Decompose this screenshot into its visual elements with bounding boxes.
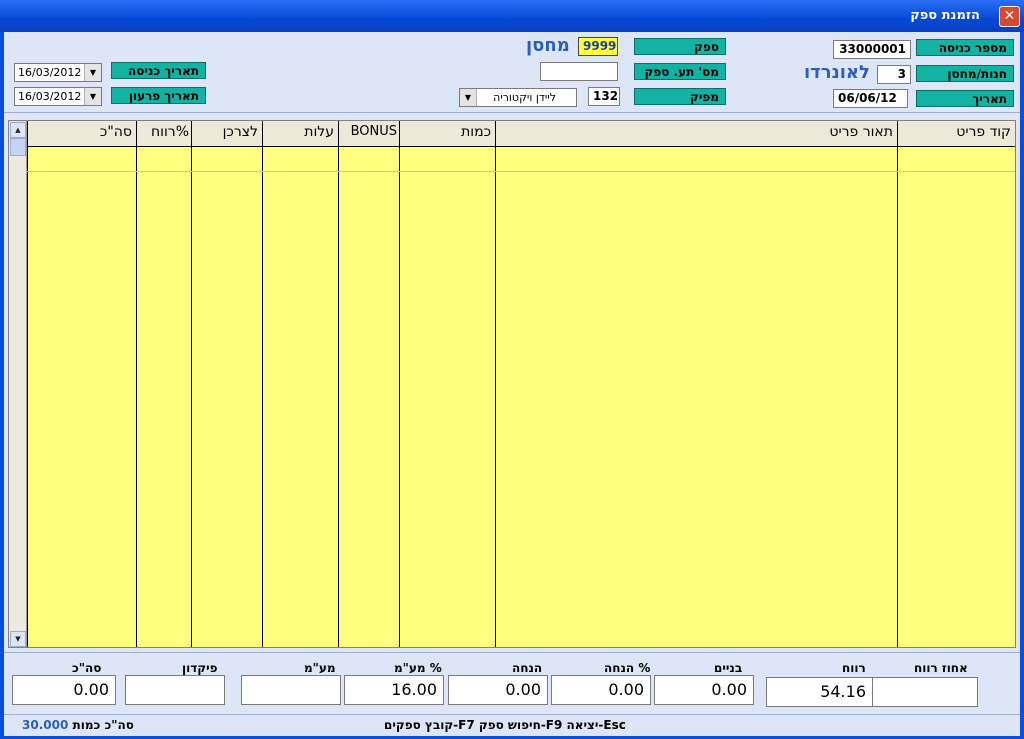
vat-label: מע"מ [304, 661, 336, 675]
header-bonus[interactable]: BONUS [351, 124, 397, 139]
items-grid[interactable]: ▲ ▼ קוד פריט תאור פריט כמות BONUS עלות ל… [8, 120, 1016, 648]
close-button[interactable]: ✕ [999, 6, 1020, 27]
total-quantity-value: 30.000 [22, 718, 69, 732]
vat-field[interactable] [241, 675, 341, 705]
distributor-select-value: ליידן ויקטוריה [493, 91, 556, 104]
vertical-scrollbar[interactable]: ▲ ▼ [9, 121, 27, 647]
column-item-code[interactable]: קוד פריט [897, 121, 1015, 647]
payment-date-select[interactable]: 16/03/2012 ▼ [14, 87, 102, 106]
store-field[interactable]: 3 [877, 65, 911, 84]
totals-panel: אחוז רווח רווח 54.16 בניים 0.00 % הנחה 0… [4, 652, 1020, 713]
deposit-field[interactable] [125, 675, 225, 705]
header-quantity[interactable]: כמות [461, 124, 491, 140]
app-window: הזמנת ספק ✕ מספר כניסה 33000001 חנות/מחס… [0, 0, 1024, 739]
vat-pct-field[interactable]: 16.00 [344, 675, 444, 705]
store-label: חנות/מחסן [916, 65, 1014, 82]
client-area: מספר כניסה 33000001 חנות/מחסן 3 לאונרדו … [4, 32, 1020, 736]
profit-field[interactable]: 54.16 [766, 677, 873, 707]
keyboard-hint: Esc-יציאה F9-חיפוש ספק F7-קובץ ספקים [384, 718, 626, 732]
discount-label: הנחה [512, 661, 543, 675]
date-field[interactable]: 06/06/12 [833, 89, 908, 108]
profit-label: רווח [842, 661, 866, 675]
column-item-desc[interactable]: תאור פריט [495, 121, 897, 647]
entry-date-label: תאריך כניסה [111, 62, 206, 79]
entry-number-field[interactable]: 33000001 [833, 40, 911, 59]
column-profit-pct[interactable]: %רווח [136, 121, 191, 647]
column-quantity[interactable]: כמות [399, 121, 495, 647]
deposit-label: פיקדון [182, 661, 218, 675]
vat-pct-label: % מע"מ [394, 661, 442, 675]
date-label: תאריך [916, 90, 1014, 107]
supplier-cert-field[interactable] [540, 62, 618, 81]
header-profit-pct[interactable]: %רווח [151, 124, 189, 140]
distributor-label: מפיק [634, 88, 726, 105]
warehouse-title: מחסן [526, 35, 570, 56]
total-quantity-label: סה"כ כמות [72, 718, 134, 732]
column-bonus[interactable]: BONUS [338, 121, 399, 647]
column-consumer-price[interactable]: לצרכן [191, 121, 262, 647]
supplier-field[interactable]: 9999 [578, 37, 618, 56]
total-field[interactable]: 0.00 [12, 675, 116, 705]
supplier-cert-label: מס' תע. ספק [634, 63, 726, 80]
header-item-desc[interactable]: תאור פריט [829, 124, 893, 140]
distributor-code-field[interactable]: 132 [588, 87, 620, 106]
discount-field[interactable]: 0.00 [448, 675, 548, 705]
column-total[interactable]: סה"כ [27, 121, 136, 647]
gross-label: בניים [714, 661, 743, 675]
total-label: סה"כ [72, 661, 102, 675]
entry-date-select[interactable]: 16/03/2012 ▼ [14, 63, 102, 82]
title-bar[interactable]: הזמנת ספק ✕ [0, 0, 1024, 32]
entry-number-label: מספר כניסה [916, 39, 1014, 56]
total-quantity: 30.000 סה"כ כמות [22, 718, 134, 732]
gross-field[interactable]: 0.00 [654, 675, 754, 705]
discount-pct-label: % הנחה [604, 661, 651, 675]
entry-date-value: 16/03/2012 [18, 66, 82, 79]
profit-pct-field[interactable] [872, 677, 978, 707]
header-item-code[interactable]: קוד פריט [956, 124, 1011, 140]
scroll-up-icon[interactable]: ▲ [10, 122, 26, 138]
status-bar: Esc-יציאה F9-חיפוש ספק F7-קובץ ספקים 30.… [4, 714, 1020, 736]
supplier-label: ספק [634, 38, 726, 55]
header-consumer-price[interactable]: לצרכן [223, 124, 258, 140]
header-total[interactable]: סה"כ [100, 124, 132, 140]
payment-date-label: תאריך פרעון [111, 87, 206, 104]
discount-pct-field[interactable]: 0.00 [551, 675, 651, 705]
window-title: הזמנת ספק [910, 8, 980, 23]
chevron-down-icon[interactable]: ▼ [84, 88, 101, 105]
chevron-down-icon[interactable]: ▼ [460, 89, 477, 106]
profit-pct-label: אחוז רווח [914, 661, 968, 675]
payment-date-value: 16/03/2012 [18, 90, 82, 103]
order-header: מספר כניסה 33000001 חנות/מחסן 3 לאונרדו … [4, 32, 1020, 113]
distributor-select[interactable]: ליידן ויקטוריה ▼ [459, 88, 577, 107]
chevron-down-icon[interactable]: ▼ [84, 64, 101, 81]
scroll-down-icon[interactable]: ▼ [10, 631, 26, 647]
store-name: לאונרדו [804, 62, 870, 83]
column-cost[interactable]: עלות [262, 121, 338, 647]
table-row[interactable] [27, 171, 1015, 172]
scroll-thumb[interactable] [10, 138, 26, 156]
header-cost[interactable]: עלות [304, 124, 334, 140]
